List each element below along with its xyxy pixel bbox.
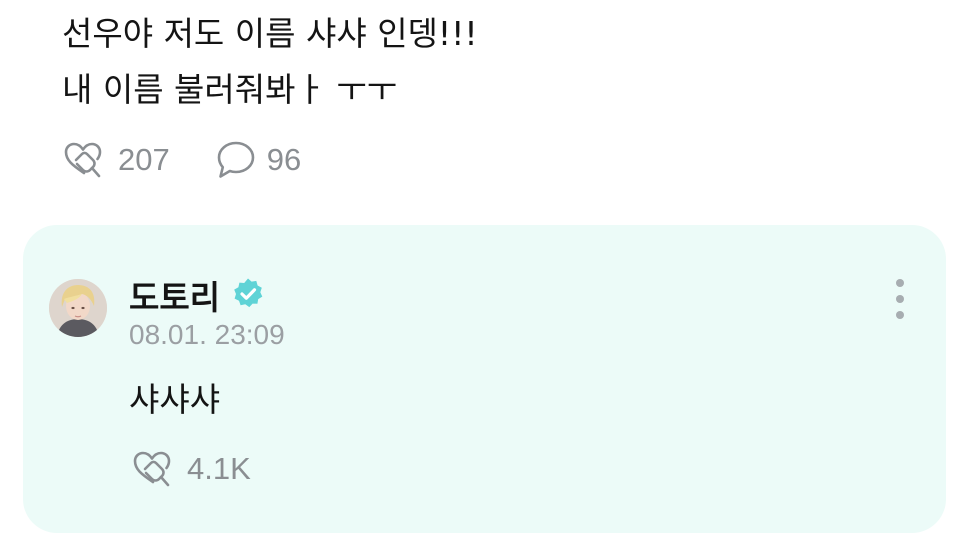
more-vertical-icon-dot — [896, 311, 904, 319]
avatar[interactable] — [49, 279, 107, 337]
heart-hand-icon — [133, 451, 171, 487]
verified-badge-icon — [234, 278, 263, 308]
reply-text: 샤샤샤 — [129, 380, 221, 419]
post-text-line-1: 선우야 저도 이름 샤샤 인뎅!!! — [62, 14, 478, 53]
comment-button[interactable]: 96 — [215, 139, 301, 181]
author-name[interactable]: 도토리 — [129, 271, 220, 319]
more-vertical-icon — [896, 279, 904, 287]
speech-bubble-icon — [217, 141, 255, 178]
post-text-line-2: 내 이름 불러줘봐ㅏ ㅜㅜ — [62, 70, 398, 109]
more-vertical-icon-dot — [896, 295, 904, 303]
heart-hand-icon — [64, 142, 102, 178]
post-view: 선우야 저도 이름 샤샤 인뎅!!! 내 이름 불러줘봐ㅏ ㅜㅜ 207 96 — [0, 0, 971, 541]
reply-timestamp: 08.01. 23:09 — [129, 319, 285, 350]
post-text: 선우야 저도 이름 샤샤 인뎅!!! 내 이름 불러줘봐ㅏ ㅜㅜ — [62, 6, 478, 118]
post-stats: 207 96 — [62, 138, 301, 182]
reply-reaction-button[interactable]: 4.1K — [131, 447, 251, 491]
more-options-button[interactable] — [887, 277, 913, 323]
comment-count: 96 — [266, 142, 302, 177]
reaction-button[interactable]: 207 — [62, 139, 170, 181]
avatar-image — [49, 279, 107, 337]
reply-card: 도토리 08.01. 23:09 샤샤샤 4.1K — [23, 225, 946, 533]
reaction-count: 207 — [118, 142, 170, 177]
reply-reaction-count: 4.1K — [187, 451, 251, 486]
